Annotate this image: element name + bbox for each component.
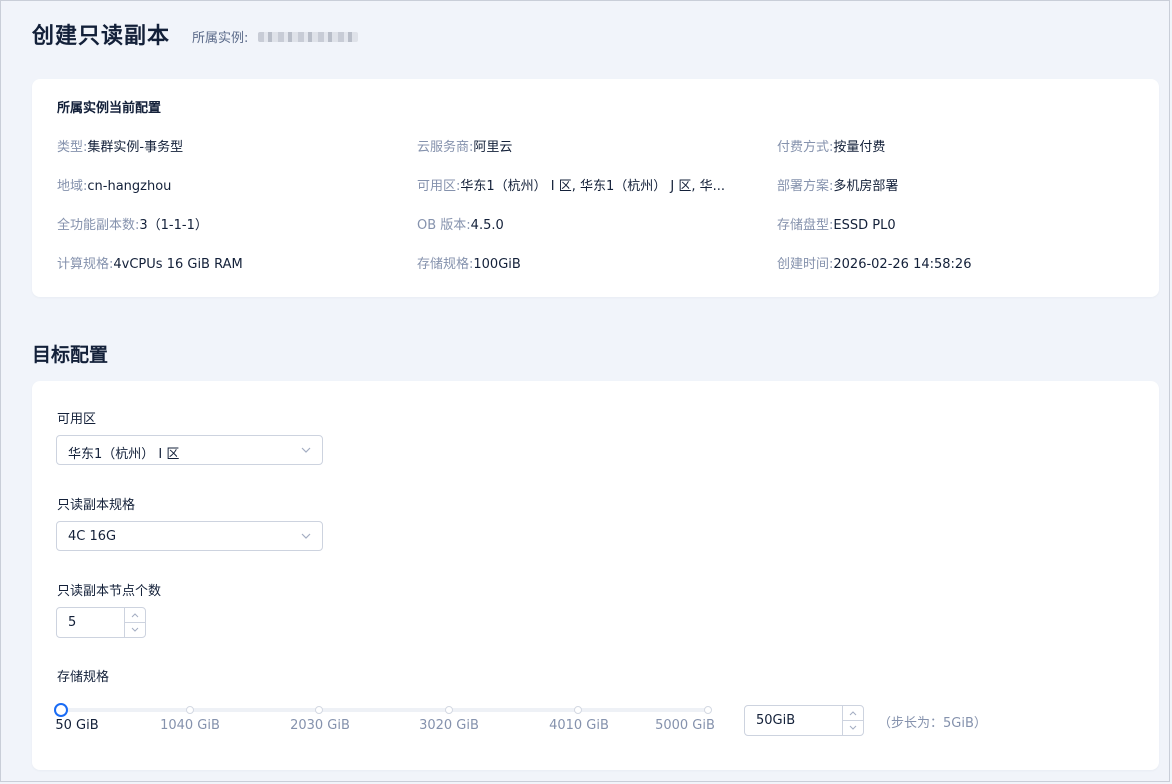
slider-mark: 2030 GiB bbox=[290, 718, 350, 733]
info-label: 部署方案: bbox=[777, 179, 834, 194]
info-ob-version: OB 版本:4.5.0 bbox=[417, 214, 504, 233]
info-value: 多机房部署 bbox=[833, 179, 899, 194]
slider-mark: 1040 GiB bbox=[160, 718, 220, 733]
node-count-stepper[interactable]: 5 bbox=[56, 607, 146, 638]
info-value: 4vCPUs 16 GiB RAM bbox=[113, 257, 243, 272]
info-disk-type: 存储盘型:ESSD PL0 bbox=[777, 214, 896, 233]
stepper-arrows bbox=[124, 608, 145, 637]
info-cloud-provider: 云服务商:阿里云 bbox=[417, 136, 512, 155]
info-value: 华东1（杭州） I 区, 华东1（杭州） J 区, 华... bbox=[460, 179, 726, 194]
slider-mark: 3020 GiB bbox=[419, 718, 479, 733]
chevron-down-icon bbox=[131, 627, 139, 632]
chevron-down-icon bbox=[849, 725, 857, 730]
info-value: ESSD PL0 bbox=[833, 218, 896, 233]
info-value: 阿里云 bbox=[473, 140, 513, 155]
info-type: 类型:集群实例-事务型 bbox=[57, 136, 183, 155]
current-config-title: 所属实例当前配置 bbox=[57, 101, 162, 116]
slider-step-dot bbox=[315, 706, 323, 714]
info-label: 全功能副本数: bbox=[57, 218, 140, 233]
slider-mark: 4010 GiB bbox=[549, 718, 609, 733]
info-storage-spec: 存储规格:100GiB bbox=[417, 253, 521, 272]
node-count-label: 只读副本节点个数 bbox=[57, 584, 162, 599]
info-value: 按量付费 bbox=[833, 140, 886, 155]
storage-value: 50GiB bbox=[756, 713, 796, 728]
info-region: 地域:cn-hangzhou bbox=[57, 175, 171, 194]
zone-label: 可用区 bbox=[57, 412, 97, 427]
slider-step-dot bbox=[445, 706, 453, 714]
info-value: 2026-02-26 14:58:26 bbox=[833, 257, 972, 272]
info-zone: 可用区:华东1（杭州） I 区, 华东1（杭州） J 区, 华... bbox=[417, 175, 725, 194]
info-label: 云服务商: bbox=[417, 140, 474, 155]
info-label: 类型: bbox=[57, 140, 88, 155]
chevron-up-icon bbox=[131, 613, 139, 618]
info-label: 计算规格: bbox=[57, 257, 114, 272]
slider-mark: 5000 GiB bbox=[655, 718, 715, 733]
info-label: 创建时间: bbox=[777, 257, 834, 272]
page-title: 创建只读副本 bbox=[32, 24, 171, 49]
stepper-arrows bbox=[842, 706, 863, 735]
info-billing: 付费方式:按量付费 bbox=[777, 136, 885, 155]
storage-label: 存储规格 bbox=[57, 670, 110, 685]
slider-step-dot bbox=[574, 706, 582, 714]
info-label: 地域: bbox=[57, 179, 88, 194]
slider-step-dot bbox=[704, 706, 712, 714]
storage-step-hint: （步长为：5GiB） bbox=[878, 716, 987, 731]
increment-button[interactable] bbox=[125, 608, 145, 623]
target-config-title: 目标配置 bbox=[32, 344, 109, 366]
info-created-time: 创建时间:2026-02-26 14:58:26 bbox=[777, 253, 971, 272]
spec-label: 只读副本规格 bbox=[57, 498, 136, 513]
info-value: 集群实例-事务型 bbox=[87, 140, 184, 155]
chevron-down-icon bbox=[301, 533, 311, 539]
info-replica-count: 全功能副本数:3（1-1-1） bbox=[57, 214, 208, 233]
slider-mark: 50 GiB bbox=[55, 718, 99, 733]
increment-button[interactable] bbox=[843, 706, 863, 721]
instance-name-redacted bbox=[258, 32, 358, 42]
spec-select[interactable]: 4C 16G bbox=[56, 521, 323, 551]
info-label: OB 版本: bbox=[417, 218, 471, 233]
info-compute-spec: 计算规格:4vCPUs 16 GiB RAM bbox=[57, 253, 243, 272]
current-config-card: 所属实例当前配置 类型:集群实例-事务型 云服务商:阿里云 付费方式:按量付费 … bbox=[32, 79, 1159, 297]
zone-select[interactable]: 华东1（杭州） I 区 bbox=[56, 435, 323, 465]
storage-slider-track[interactable] bbox=[61, 708, 709, 712]
info-value: cn-hangzhou bbox=[87, 179, 172, 194]
info-label: 付费方式: bbox=[777, 140, 834, 155]
chevron-up-icon bbox=[849, 711, 857, 716]
decrement-button[interactable] bbox=[125, 623, 145, 638]
slider-step-dot bbox=[186, 706, 194, 714]
chevron-down-icon bbox=[301, 447, 311, 453]
info-label: 存储盘型: bbox=[777, 218, 834, 233]
node-count-value: 5 bbox=[68, 615, 77, 630]
info-value: 3（1-1-1） bbox=[139, 218, 208, 233]
info-deployment: 部署方案:多机房部署 bbox=[777, 175, 898, 194]
spec-select-value: 4C 16G bbox=[68, 529, 117, 544]
info-label: 可用区: bbox=[417, 179, 461, 194]
instance-label: 所属实例: bbox=[192, 31, 249, 46]
storage-slider-handle[interactable] bbox=[54, 703, 68, 717]
info-value: 100GiB bbox=[473, 257, 521, 272]
info-value: 4.5.0 bbox=[470, 218, 504, 233]
storage-stepper[interactable]: 50GiB bbox=[744, 705, 864, 736]
target-config-card: 可用区 华东1（杭州） I 区 只读副本规格 4C 16G 只读副本节点个数 5… bbox=[32, 381, 1159, 770]
decrement-button[interactable] bbox=[843, 721, 863, 736]
zone-select-value: 华东1（杭州） I 区 bbox=[68, 447, 180, 462]
info-label: 存储规格: bbox=[417, 257, 474, 272]
